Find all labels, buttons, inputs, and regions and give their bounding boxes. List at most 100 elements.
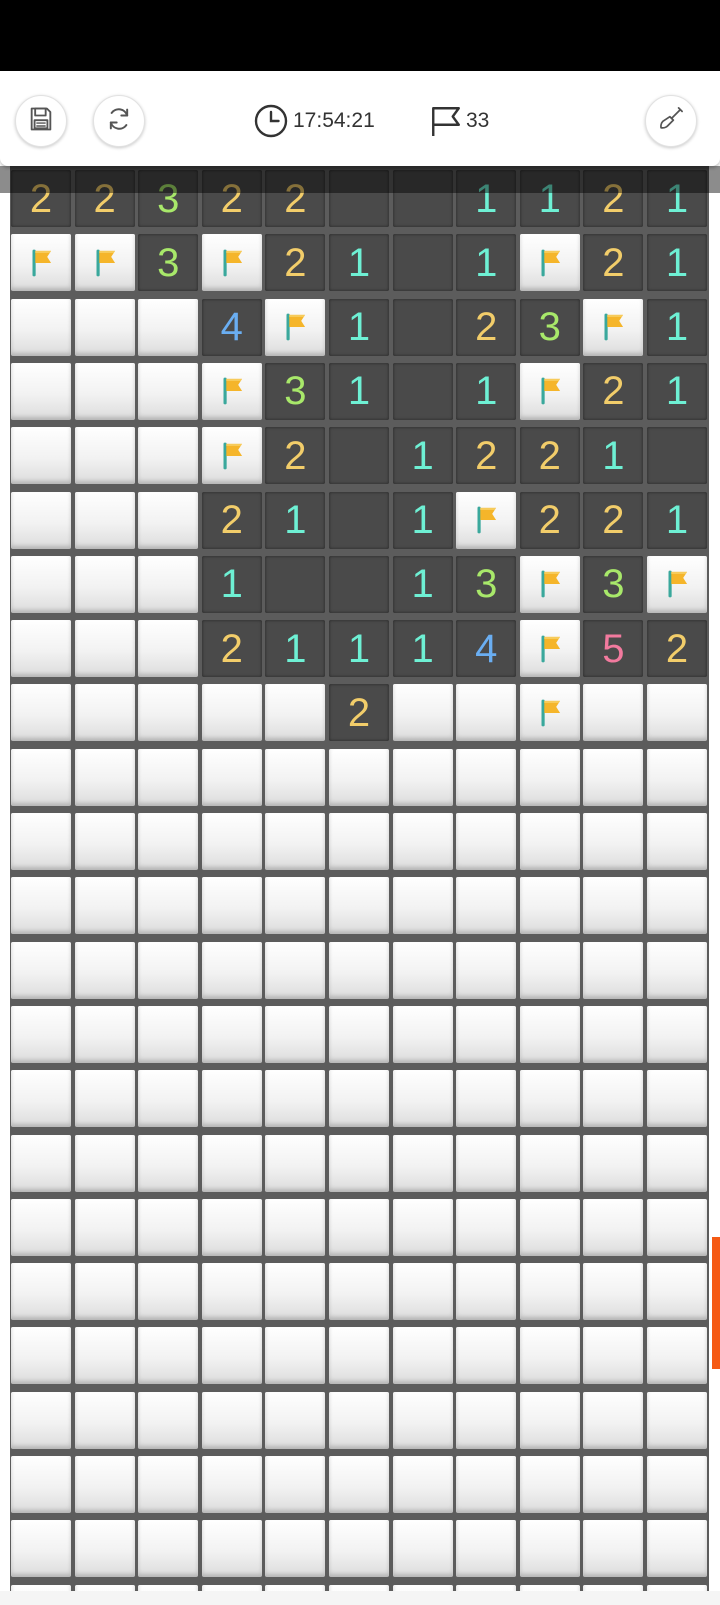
covered-cell[interactable]: [201, 813, 262, 870]
covered-cell[interactable]: [74, 1456, 135, 1513]
covered-cell[interactable]: [138, 1520, 199, 1578]
covered-cell[interactable]: [11, 813, 71, 870]
covered-cell[interactable]: [74, 362, 135, 420]
covered-cell[interactable]: [11, 1391, 71, 1449]
covered-cell[interactable]: [138, 427, 199, 485]
covered-cell[interactable]: [583, 877, 644, 935]
covered-cell[interactable]: [11, 362, 71, 420]
covered-cell[interactable]: [583, 1263, 644, 1321]
covered-cell[interactable]: [74, 1134, 135, 1192]
covered-cell[interactable]: [11, 620, 71, 678]
flagged-cell[interactable]: [647, 555, 707, 613]
refresh-button[interactable]: [93, 95, 145, 147]
covered-cell[interactable]: [11, 1070, 71, 1128]
covered-cell[interactable]: [138, 298, 199, 356]
covered-cell[interactable]: [456, 1263, 517, 1321]
covered-cell[interactable]: [201, 684, 262, 742]
covered-cell[interactable]: [583, 1520, 644, 1578]
covered-cell[interactable]: [456, 1391, 517, 1449]
covered-cell[interactable]: [329, 1070, 389, 1128]
covered-cell[interactable]: [329, 877, 389, 935]
covered-cell[interactable]: [329, 941, 389, 999]
covered-cell[interactable]: [647, 1391, 707, 1449]
covered-cell[interactable]: [583, 1327, 644, 1385]
save-button[interactable]: [15, 95, 67, 147]
covered-cell[interactable]: [647, 1456, 707, 1513]
covered-cell[interactable]: [74, 427, 135, 485]
covered-cell[interactable]: [11, 491, 71, 549]
covered-cell[interactable]: [456, 813, 517, 870]
covered-cell[interactable]: [11, 748, 71, 806]
covered-cell[interactable]: [519, 813, 580, 870]
covered-cell[interactable]: [647, 1005, 707, 1063]
covered-cell[interactable]: [392, 877, 453, 935]
covered-cell[interactable]: [11, 684, 71, 742]
covered-cell[interactable]: [74, 1520, 135, 1578]
flagged-cell[interactable]: [519, 362, 580, 420]
covered-cell[interactable]: [11, 941, 71, 999]
covered-cell[interactable]: [11, 1198, 71, 1256]
scrollbar-thumb[interactable]: [712, 1237, 720, 1369]
covered-cell[interactable]: [392, 1005, 453, 1063]
covered-cell[interactable]: [456, 1327, 517, 1385]
covered-cell[interactable]: [74, 1327, 135, 1385]
covered-cell[interactable]: [265, 813, 326, 870]
covered-cell[interactable]: [392, 1327, 453, 1385]
covered-cell[interactable]: [583, 748, 644, 806]
covered-cell[interactable]: [456, 1134, 517, 1192]
covered-cell[interactable]: [265, 1198, 326, 1256]
covered-cell[interactable]: [138, 813, 199, 870]
covered-cell[interactable]: [647, 941, 707, 999]
covered-cell[interactable]: [265, 877, 326, 935]
covered-cell[interactable]: [519, 1456, 580, 1513]
covered-cell[interactable]: [392, 1456, 453, 1513]
covered-cell[interactable]: [647, 1070, 707, 1128]
covered-cell[interactable]: [265, 941, 326, 999]
covered-cell[interactable]: [647, 1327, 707, 1385]
covered-cell[interactable]: [138, 684, 199, 742]
covered-cell[interactable]: [11, 1520, 71, 1578]
covered-cell[interactable]: [647, 748, 707, 806]
covered-cell[interactable]: [138, 1263, 199, 1321]
covered-cell[interactable]: [583, 684, 644, 742]
covered-cell[interactable]: [329, 1005, 389, 1063]
covered-cell[interactable]: [201, 1520, 262, 1578]
covered-cell[interactable]: [647, 1134, 707, 1192]
covered-cell[interactable]: [456, 1005, 517, 1063]
covered-cell[interactable]: [138, 1198, 199, 1256]
covered-cell[interactable]: [74, 298, 135, 356]
covered-cell[interactable]: [201, 877, 262, 935]
covered-cell[interactable]: [392, 1391, 453, 1449]
covered-cell[interactable]: [519, 1263, 580, 1321]
flagged-cell[interactable]: [519, 684, 580, 742]
covered-cell[interactable]: [329, 1391, 389, 1449]
covered-cell[interactable]: [647, 1520, 707, 1578]
covered-cell[interactable]: [201, 1327, 262, 1385]
covered-cell[interactable]: [138, 362, 199, 420]
covered-cell[interactable]: [265, 1327, 326, 1385]
covered-cell[interactable]: [138, 1070, 199, 1128]
covered-cell[interactable]: [74, 555, 135, 613]
covered-cell[interactable]: [583, 1005, 644, 1063]
covered-cell[interactable]: [456, 941, 517, 999]
covered-cell[interactable]: [138, 748, 199, 806]
covered-cell[interactable]: [583, 1456, 644, 1513]
covered-cell[interactable]: [138, 1134, 199, 1192]
covered-cell[interactable]: [74, 748, 135, 806]
flagged-cell[interactable]: [74, 234, 135, 292]
covered-cell[interactable]: [519, 1198, 580, 1256]
covered-cell[interactable]: [329, 748, 389, 806]
covered-cell[interactable]: [519, 1520, 580, 1578]
covered-cell[interactable]: [519, 1005, 580, 1063]
covered-cell[interactable]: [456, 877, 517, 935]
covered-cell[interactable]: [74, 491, 135, 549]
covered-cell[interactable]: [74, 941, 135, 999]
covered-cell[interactable]: [138, 491, 199, 549]
flagged-cell[interactable]: [201, 234, 262, 292]
covered-cell[interactable]: [11, 1134, 71, 1192]
covered-cell[interactable]: [392, 1198, 453, 1256]
flagged-cell[interactable]: [201, 362, 262, 420]
covered-cell[interactable]: [583, 1391, 644, 1449]
covered-cell[interactable]: [265, 1005, 326, 1063]
covered-cell[interactable]: [138, 1327, 199, 1385]
